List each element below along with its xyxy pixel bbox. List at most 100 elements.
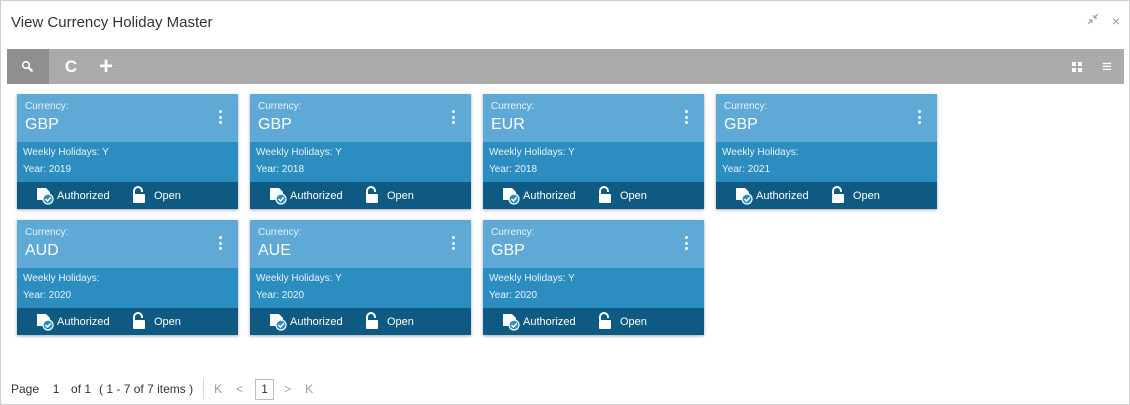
currency-card[interactable]: Currency: AUD Weekly Holidays: Year: 202… (17, 220, 238, 335)
year: Year: 2018 (256, 164, 305, 175)
authorized-icon (270, 314, 287, 331)
page-label: Page (11, 382, 40, 396)
more-options-icon[interactable] (682, 107, 690, 127)
items-count: ( 1 - 7 of 7 items ) (99, 382, 194, 396)
currency-card[interactable]: Currency: AUE Weekly Holidays: Y Year: 2… (250, 220, 471, 335)
card-footer: Authorized Open (17, 182, 238, 209)
more-options-icon[interactable] (449, 233, 457, 253)
currency-label: Currency: (258, 227, 302, 238)
more-options-icon[interactable] (216, 233, 224, 253)
currency-value: EUR (491, 116, 525, 133)
authorized-icon (37, 188, 54, 205)
more-options-icon[interactable] (216, 107, 224, 127)
authorized-status: Authorized (290, 190, 343, 202)
unlock-icon (832, 186, 844, 203)
card-footer: Authorized Open (483, 182, 704, 209)
currency-value: GBP (25, 116, 59, 133)
currency-label: Currency: (25, 101, 69, 112)
next-page-button[interactable]: > (284, 382, 291, 396)
pagination: Page 1 of 1 ( 1 - 7 of 7 items ) K < 1 >… (11, 378, 313, 400)
authorized-icon (503, 188, 520, 205)
card-details: Weekly Holidays: Y Year: 2018 (250, 142, 471, 182)
card-footer: Authorized Open (250, 308, 471, 335)
unlock-icon (133, 186, 145, 203)
authorized-icon (503, 314, 520, 331)
currency-card[interactable]: Currency: EUR Weekly Holidays: Y Year: 2… (483, 94, 704, 209)
divider (203, 379, 205, 399)
currency-value: AUE (258, 242, 291, 259)
currency-value: GBP (724, 116, 758, 133)
card-footer: Authorized Open (17, 308, 238, 335)
currency-value: GBP (258, 116, 292, 133)
year: Year: 2021 (722, 164, 771, 175)
card-header: Currency: EUR (483, 94, 704, 142)
currency-card[interactable]: Currency: GBP Weekly Holidays: Y Year: 2… (250, 94, 471, 209)
open-status: Open (154, 190, 181, 202)
weekly-holidays: Weekly Holidays: Y (256, 273, 342, 284)
currency-label: Currency: (258, 101, 302, 112)
card-header: Currency: GBP (17, 94, 238, 142)
weekly-holidays: Weekly Holidays: (722, 147, 799, 158)
grid-view-button[interactable] (1067, 49, 1087, 84)
currency-label: Currency: (491, 227, 535, 238)
more-options-icon[interactable] (915, 107, 923, 127)
authorized-status: Authorized (57, 316, 110, 328)
year: Year: 2020 (256, 290, 305, 301)
authorized-status: Authorized (57, 190, 110, 202)
card-header: Currency: GBP (483, 220, 704, 268)
weekly-holidays: Weekly Holidays: Y (23, 147, 109, 158)
title-bar: View Currency Holiday Master × (0, 0, 1128, 47)
current-page[interactable]: 1 (255, 378, 275, 400)
unlock-icon (366, 312, 378, 329)
open-status: Open (620, 316, 647, 328)
open-status: Open (387, 316, 414, 328)
weekly-holidays: Weekly Holidays: (23, 273, 100, 284)
last-page-button[interactable]: K (305, 382, 313, 396)
more-options-icon[interactable] (682, 233, 690, 253)
currency-card[interactable]: Currency: GBP Weekly Holidays: Y Year: 2… (483, 220, 704, 335)
add-button[interactable]: + (94, 49, 118, 84)
year: Year: 2020 (23, 290, 72, 301)
card-header: Currency: GBP (716, 94, 937, 142)
prev-page-button[interactable]: < (236, 382, 243, 396)
collapse-arrows-icon[interactable] (1086, 12, 1100, 29)
grid-view-icon (1072, 61, 1082, 72)
card-header: Currency: AUE (250, 220, 471, 268)
currency-card[interactable]: Currency: GBP Weekly Holidays: Y Year: 2… (17, 94, 238, 209)
page-number-input[interactable]: 1 (45, 379, 67, 399)
authorized-icon (37, 314, 54, 331)
authorized-status: Authorized (290, 316, 343, 328)
unlock-icon (366, 186, 378, 203)
card-details: Weekly Holidays: Y Year: 2020 (483, 268, 704, 308)
page-count: of 1 (71, 382, 92, 396)
year: Year: 2020 (489, 290, 538, 301)
first-page-button[interactable]: K (214, 382, 222, 396)
year: Year: 2019 (23, 164, 72, 175)
window-controls: × (1086, 12, 1120, 29)
open-status: Open (154, 316, 181, 328)
weekly-holidays: Weekly Holidays: Y (489, 147, 575, 158)
list-view-button[interactable]: ≡ (1095, 49, 1119, 84)
authorized-status: Authorized (523, 190, 576, 202)
search-button[interactable] (7, 49, 49, 84)
refresh-button[interactable]: C (59, 49, 83, 84)
currency-label: Currency: (25, 227, 69, 238)
card-header: Currency: AUD (17, 220, 238, 268)
search-icon (21, 60, 34, 72)
currency-label: Currency: (491, 101, 535, 112)
weekly-holidays: Weekly Holidays: Y (256, 147, 342, 158)
unlock-icon (133, 312, 145, 329)
more-options-icon[interactable] (449, 107, 457, 127)
card-footer: Authorized Open (716, 182, 937, 209)
currency-card[interactable]: Currency: GBP Weekly Holidays: Year: 202… (716, 94, 937, 209)
open-status: Open (853, 190, 880, 202)
card-footer: Authorized Open (483, 308, 704, 335)
unlock-icon (599, 312, 611, 329)
currency-value: AUD (25, 242, 59, 259)
close-icon[interactable]: × (1112, 13, 1120, 29)
toolbar: C + ≡ (7, 49, 1124, 84)
card-details: Weekly Holidays: Year: 2021 (716, 142, 937, 182)
weekly-holidays: Weekly Holidays: Y (489, 273, 575, 284)
card-details: Weekly Holidays: Y Year: 2019 (17, 142, 238, 182)
currency-value: GBP (491, 242, 525, 259)
